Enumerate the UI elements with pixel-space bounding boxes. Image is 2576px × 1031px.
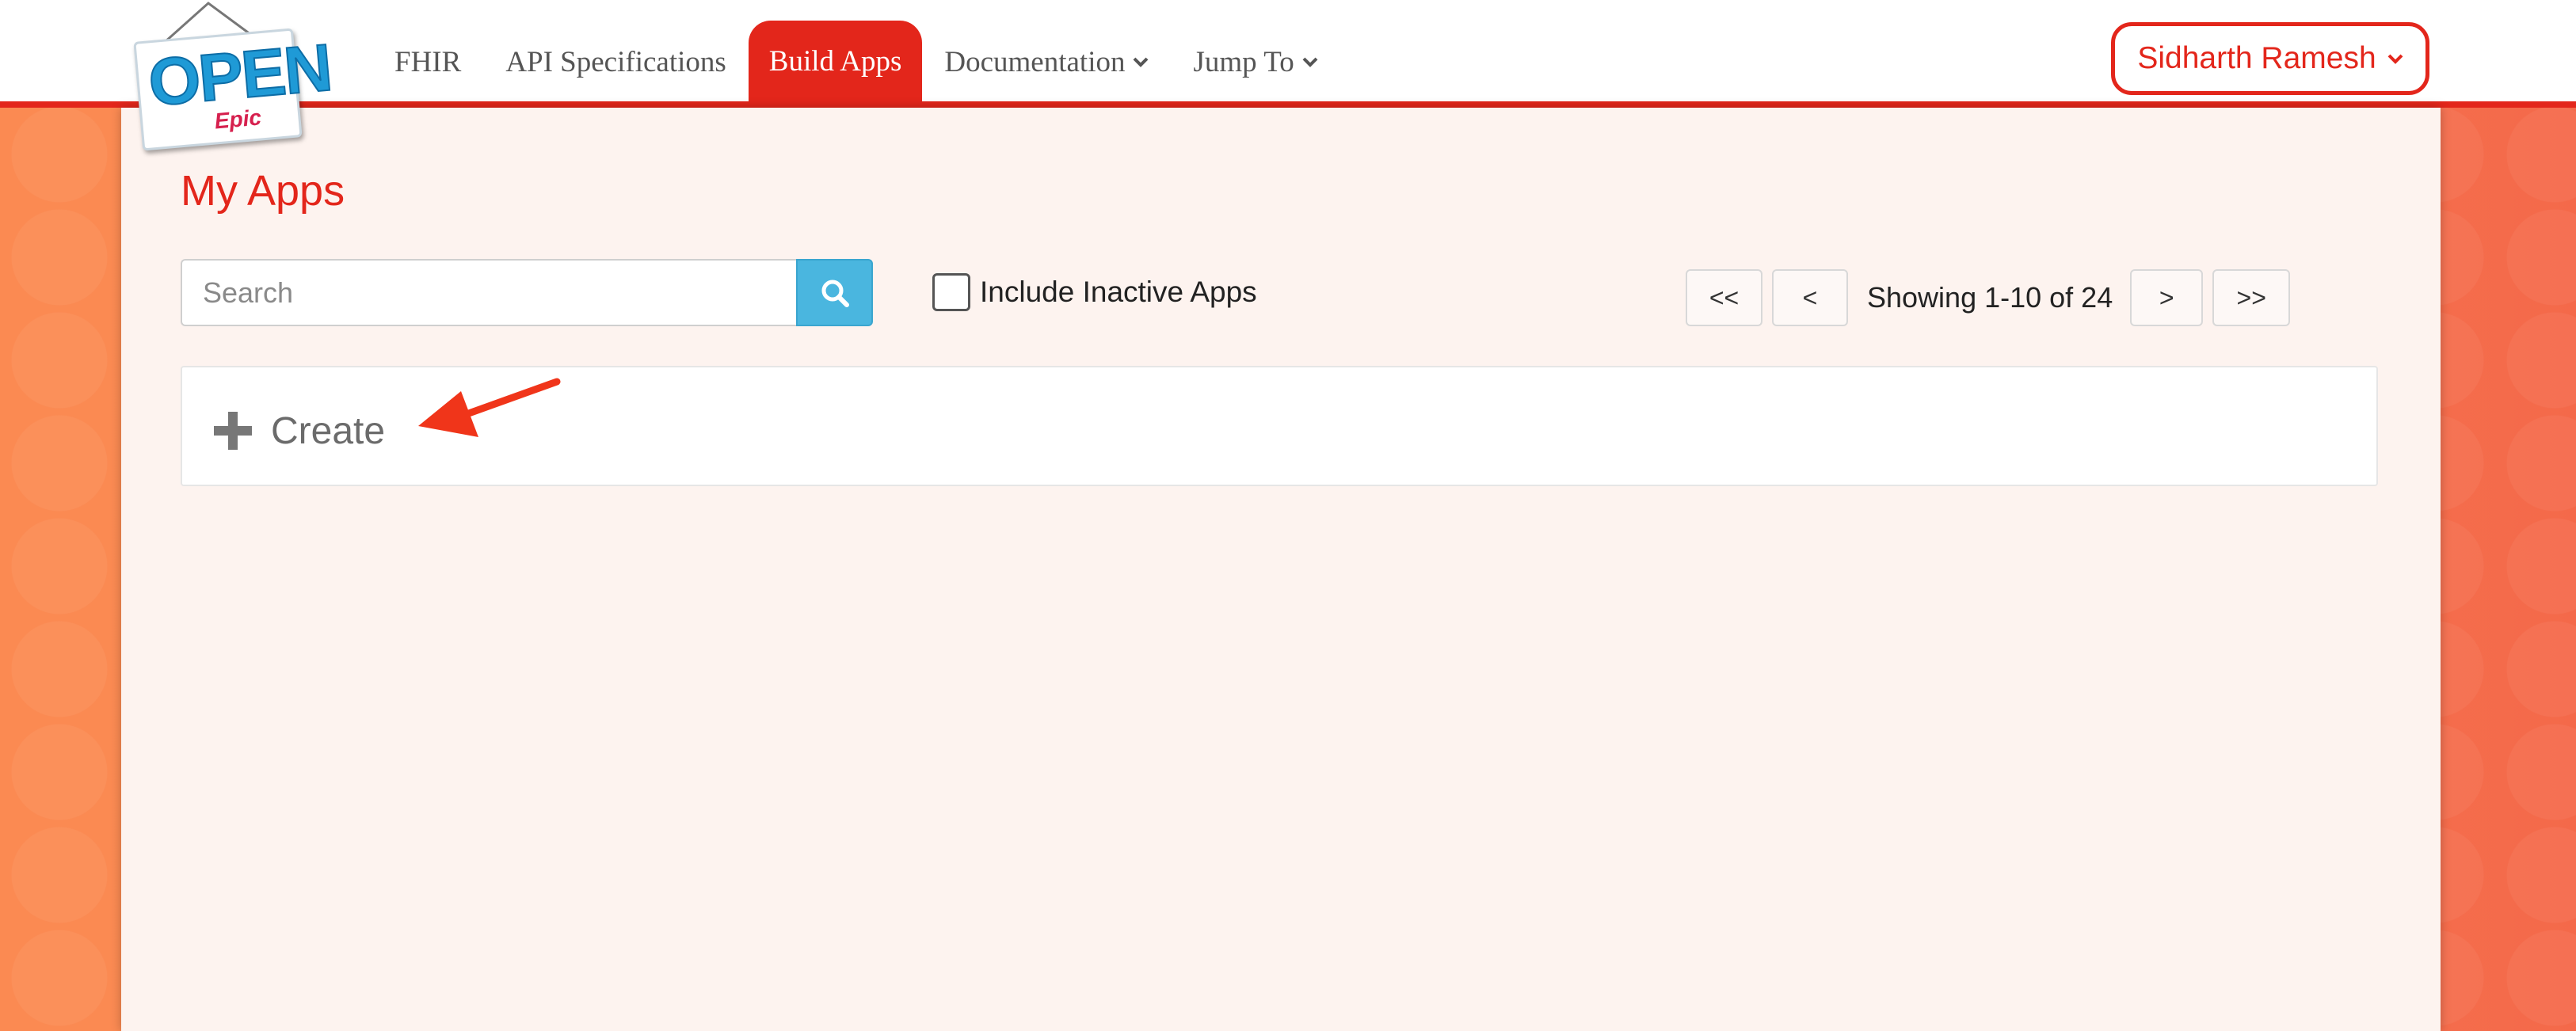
include-inactive-label: Include Inactive Apps xyxy=(980,276,1257,308)
nav-item-label: API Specifications xyxy=(505,45,726,78)
last-page-button[interactable]: >> xyxy=(2212,269,2291,326)
first-page-button[interactable]: << xyxy=(1686,269,1762,326)
annotation-arrow-icon xyxy=(418,378,561,437)
main-content-panel xyxy=(121,108,2441,1031)
nav-item-label: Jump To xyxy=(1193,45,1294,78)
nav-item-api-specifications[interactable]: API Specifications xyxy=(483,22,748,101)
chevron-down-icon xyxy=(1302,57,1318,67)
nav-item-label: Documentation xyxy=(944,45,1126,78)
search-button[interactable] xyxy=(796,259,873,326)
page-title: My Apps xyxy=(181,167,345,215)
next-page-button[interactable]: > xyxy=(2130,269,2204,326)
chevron-down-icon xyxy=(1134,57,1149,67)
nav-item-label: Build Apps xyxy=(768,44,902,78)
chevron-down-icon xyxy=(2387,54,2403,64)
search-icon xyxy=(821,280,849,307)
pagination: << < Showing 1-10 of 24 > >> xyxy=(1686,269,2291,326)
create-app-button[interactable]: Create xyxy=(214,399,385,462)
user-name: Sidharth Ramesh xyxy=(2137,41,2376,75)
include-inactive-toggle[interactable]: Include Inactive Apps xyxy=(932,273,1257,311)
search-input[interactable] xyxy=(181,259,796,326)
nav-item-label: FHIR xyxy=(394,45,462,78)
previous-page-button[interactable]: < xyxy=(1772,269,1848,326)
logo-sign: OPEN Epic xyxy=(133,28,334,151)
include-inactive-checkbox[interactable] xyxy=(932,273,970,311)
create-label: Create xyxy=(271,409,386,452)
search-group xyxy=(181,259,873,326)
user-menu-button[interactable]: Sidharth Ramesh xyxy=(2111,22,2429,95)
nav-item-fhir[interactable]: FHIR xyxy=(372,22,483,101)
nav-item-build-apps[interactable]: Build Apps xyxy=(748,21,923,101)
pagination-status: Showing 1-10 of 24 xyxy=(1867,281,2113,314)
open-epic-logo[interactable]: OPEN Epic xyxy=(133,0,334,151)
plus-icon xyxy=(214,412,252,450)
nav-item-documentation[interactable]: Documentation xyxy=(922,22,1171,101)
nav-item-jump-to[interactable]: Jump To xyxy=(1171,22,1339,101)
main-nav: FHIR API Specifications Build Apps Docum… xyxy=(372,0,1340,101)
